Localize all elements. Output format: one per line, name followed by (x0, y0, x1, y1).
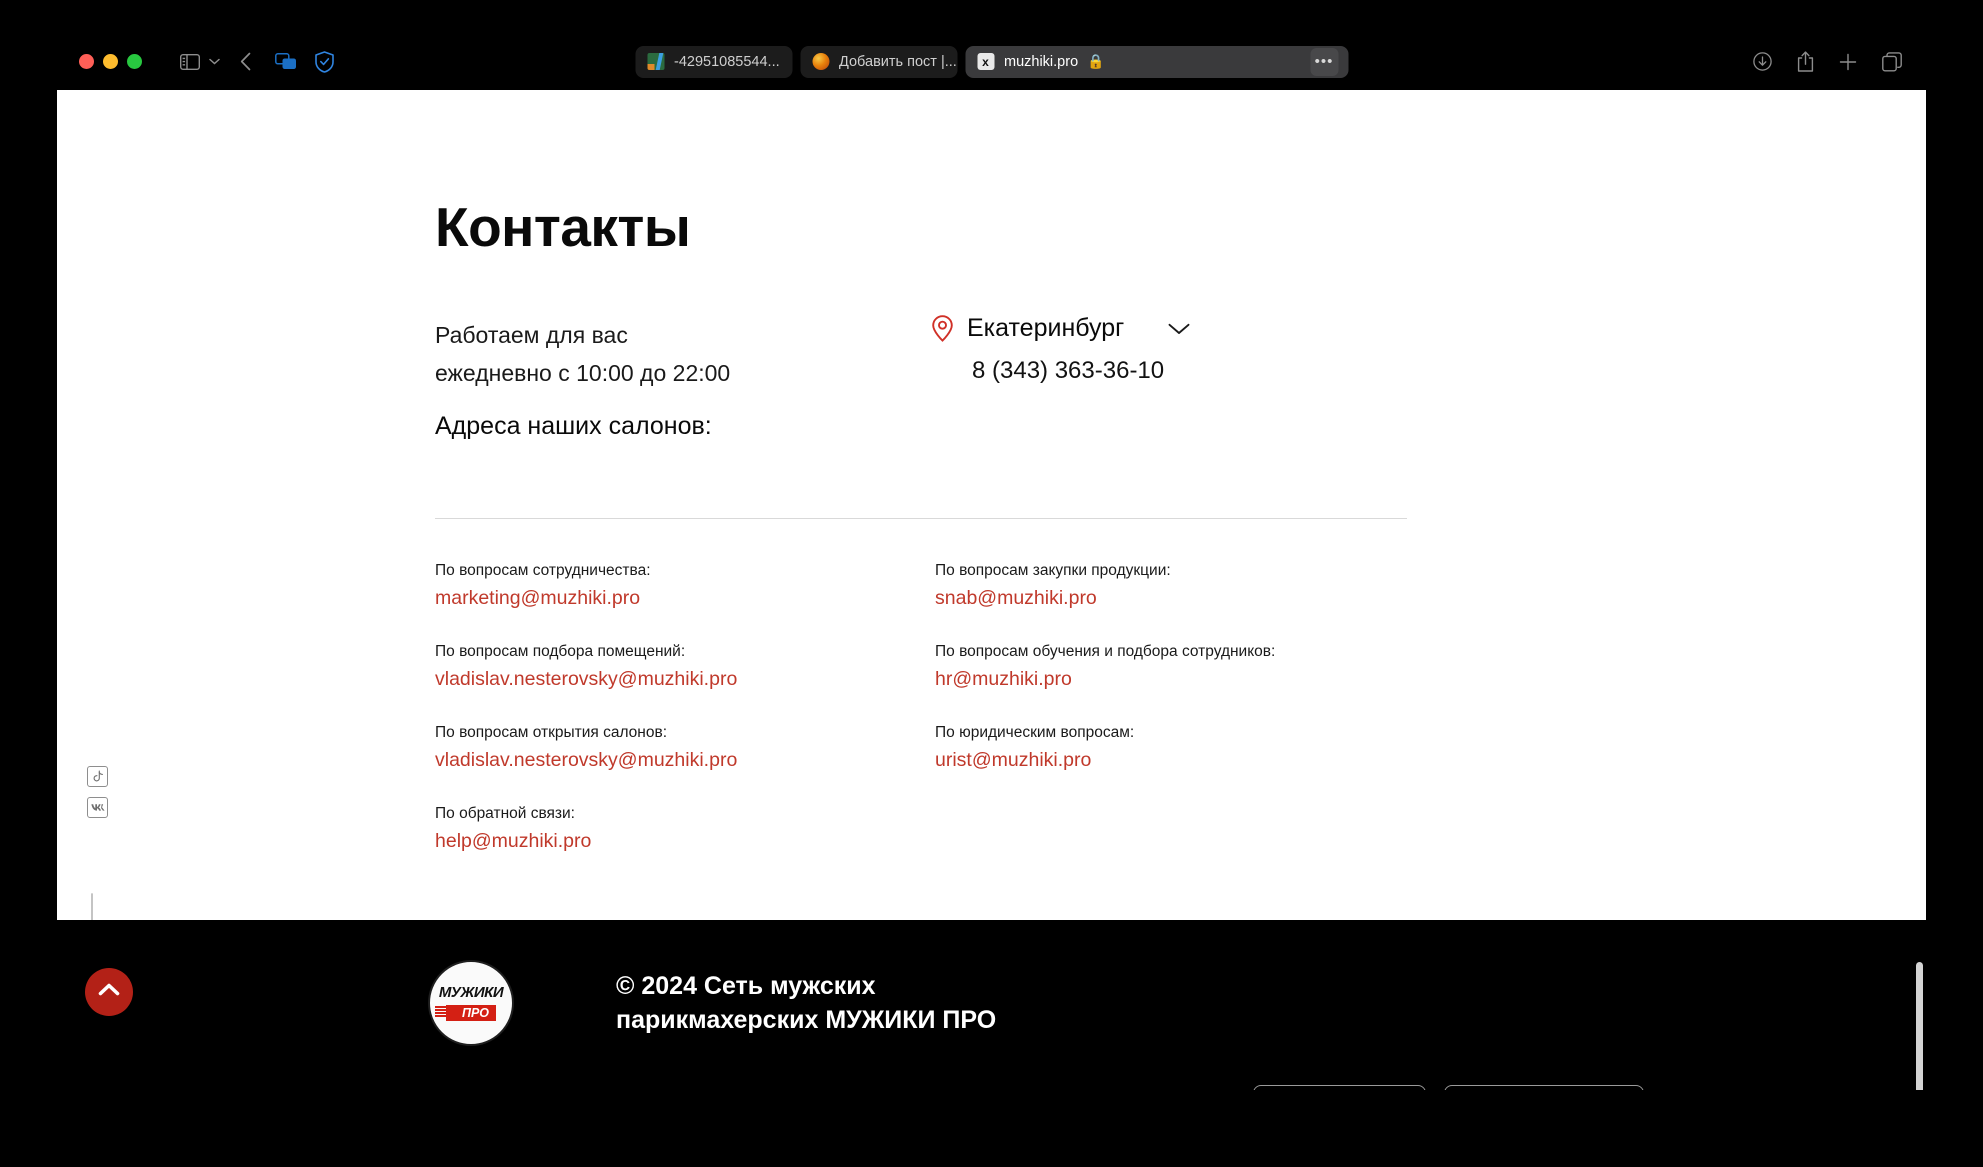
lock-icon: 🔒 (1087, 53, 1105, 69)
contacts-column-left: По вопросам сотрудничества: marketing@mu… (435, 560, 935, 884)
chevron-down-icon[interactable] (1168, 323, 1190, 335)
contact-email-link[interactable]: urist@muzhiki.pro (935, 746, 1407, 774)
contact-item: По вопросам открытия салонов: vladislav.… (435, 722, 935, 774)
footer-logo-bottom-text: ПРО (434, 1004, 497, 1022)
contact-label: По обратной связи: (435, 805, 575, 822)
google-play-button[interactable]: Google Play (1444, 1085, 1644, 1090)
tab-group-icon[interactable] (275, 53, 297, 70)
contact-item: По вопросам обучения и подбора сотрудник… (935, 641, 1407, 693)
page-viewport: Контакты Работаем для вас ежедневно с 10… (57, 90, 1926, 1090)
site-footer: МУЖИКИ ПРО © 2024 Сеть мужских парикмахе… (57, 920, 1926, 1090)
salons-heading: Адреса наших салонов: (435, 412, 712, 440)
tab-overview-icon[interactable] (1882, 51, 1902, 72)
contact-item: По вопросам сотрудничества: marketing@mu… (435, 560, 935, 612)
hours-line-1: Работаем для вас (435, 322, 628, 348)
scrollbar-thumb[interactable] (1916, 962, 1923, 1090)
tab-strip: -42951085544... Добавить пост |... x muz… (635, 45, 1348, 78)
downloads-icon[interactable] (1753, 52, 1772, 71)
working-hours: Работаем для вас ежедневно с 10:00 до 22… (435, 316, 730, 392)
contacts-column-right: По вопросам закупки продукции: snab@muzh… (935, 560, 1407, 884)
contact-item: По обратной связи: help@muzhiki.pro (435, 803, 935, 855)
footer-inner: МУЖИКИ ПРО © 2024 Сеть мужских парикмахе… (57, 920, 1926, 1090)
page-title: Контакты (435, 196, 691, 258)
contact-email-link[interactable]: help@muzhiki.pro (435, 827, 935, 855)
contacts-grid: По вопросам сотрудничества: marketing@mu… (435, 560, 1407, 884)
chevron-up-icon (98, 983, 120, 1001)
browser-window: -42951085544... Добавить пост |... x muz… (57, 33, 1926, 1090)
page-content: Контакты Работаем для вас ежедневно с 10… (57, 90, 1926, 920)
city-selector[interactable]: Екатеринбург (932, 314, 1190, 343)
contact-label: По вопросам сотрудничества: (435, 562, 651, 579)
page-scrollbar[interactable] (1914, 147, 1923, 1090)
tab-title: Добавить пост |... (839, 53, 957, 70)
sidebar-icon[interactable] (180, 53, 200, 70)
browser-tab[interactable]: -42951085544... (635, 45, 792, 78)
chevron-down-icon[interactable] (209, 58, 220, 65)
active-tab-wrapper: x muzhiki.pro 🔒 ••• (965, 45, 1348, 78)
contact-label: По вопросам открытия салонов: (435, 724, 668, 741)
minimize-window-button[interactable] (103, 54, 118, 69)
window-controls (79, 54, 142, 69)
location-pin-icon (932, 315, 953, 342)
city-name: Екатеринбург (967, 314, 1125, 342)
contact-email-link[interactable]: vladislav.nesterovsky@muzhiki.pro (435, 746, 935, 774)
store-badges: App Store Google Play (1253, 1085, 1644, 1090)
app-store-button[interactable]: App Store (1253, 1085, 1427, 1090)
zoom-window-button[interactable] (127, 54, 142, 69)
contact-item: По юридическим вопросам: urist@muzhiki.p… (935, 722, 1407, 774)
section-divider (435, 518, 1407, 519)
copyright-line-1: © 2024 Сеть мужских (616, 972, 876, 1000)
hours-line-2: ежедневно с 10:00 до 22:00 (435, 360, 731, 386)
browser-tab-active[interactable]: x muzhiki.pro 🔒 (965, 45, 1348, 78)
contact-email-link[interactable]: vladislav.nesterovsky@muzhiki.pro (435, 665, 935, 693)
footer-copyright: © 2024 Сеть мужских парикмахерских МУЖИК… (616, 969, 996, 1037)
contact-email-link[interactable]: hr@muzhiki.pro (935, 665, 1407, 693)
back-icon[interactable] (240, 52, 251, 71)
contact-label: По вопросам подбора помещений: (435, 643, 686, 660)
share-icon[interactable] (1797, 51, 1814, 72)
footer-logo-top-text: МУЖИКИ (438, 983, 504, 1001)
contact-email-link[interactable]: snab@muzhiki.pro (935, 584, 1407, 612)
tab-title: -42951085544... (674, 53, 780, 70)
scroll-hint-arrow (84, 893, 100, 920)
back-to-top-button[interactable] (85, 968, 133, 1016)
sphere-favicon (812, 53, 829, 70)
new-tab-icon[interactable] (1839, 53, 1857, 71)
contact-label: По юридическим вопросам: (935, 724, 1135, 741)
browser-toolbar: -42951085544... Добавить пост |... x muz… (57, 33, 1926, 90)
contact-label: По вопросам закупки продукции: (935, 562, 1171, 579)
browser-tab[interactable]: Добавить пост |... (800, 45, 957, 78)
tiktok-icon[interactable] (87, 766, 108, 787)
toolbar-right-icons (1753, 51, 1902, 72)
contact-item: По вопросам закупки продукции: snab@muzh… (935, 560, 1407, 612)
tab-title: muzhiki.pro (1004, 53, 1079, 70)
copyright-line-2: парикмахерских МУЖИКИ ПРО (616, 1006, 997, 1034)
phone-number[interactable]: 8 (343) 363-36-10 (972, 357, 1190, 385)
vk-icon[interactable] (87, 797, 108, 818)
tab-overflow-button[interactable]: ••• (1310, 47, 1338, 76)
city-selector-block: Екатеринбург 8 (343) 363-36-10 (932, 314, 1190, 385)
footer-logo[interactable]: МУЖИКИ ПРО (428, 960, 514, 1046)
map-favicon (647, 53, 664, 70)
social-rail (87, 766, 108, 818)
shield-icon[interactable] (315, 50, 334, 73)
contact-item: По вопросам подбора помещений: vladislav… (435, 641, 935, 693)
contact-email-link[interactable]: marketing@muzhiki.pro (435, 584, 935, 612)
close-window-button[interactable] (79, 54, 94, 69)
x-favicon: x (977, 53, 994, 70)
contact-label: По вопросам обучения и подбора сотрудник… (935, 643, 1276, 660)
